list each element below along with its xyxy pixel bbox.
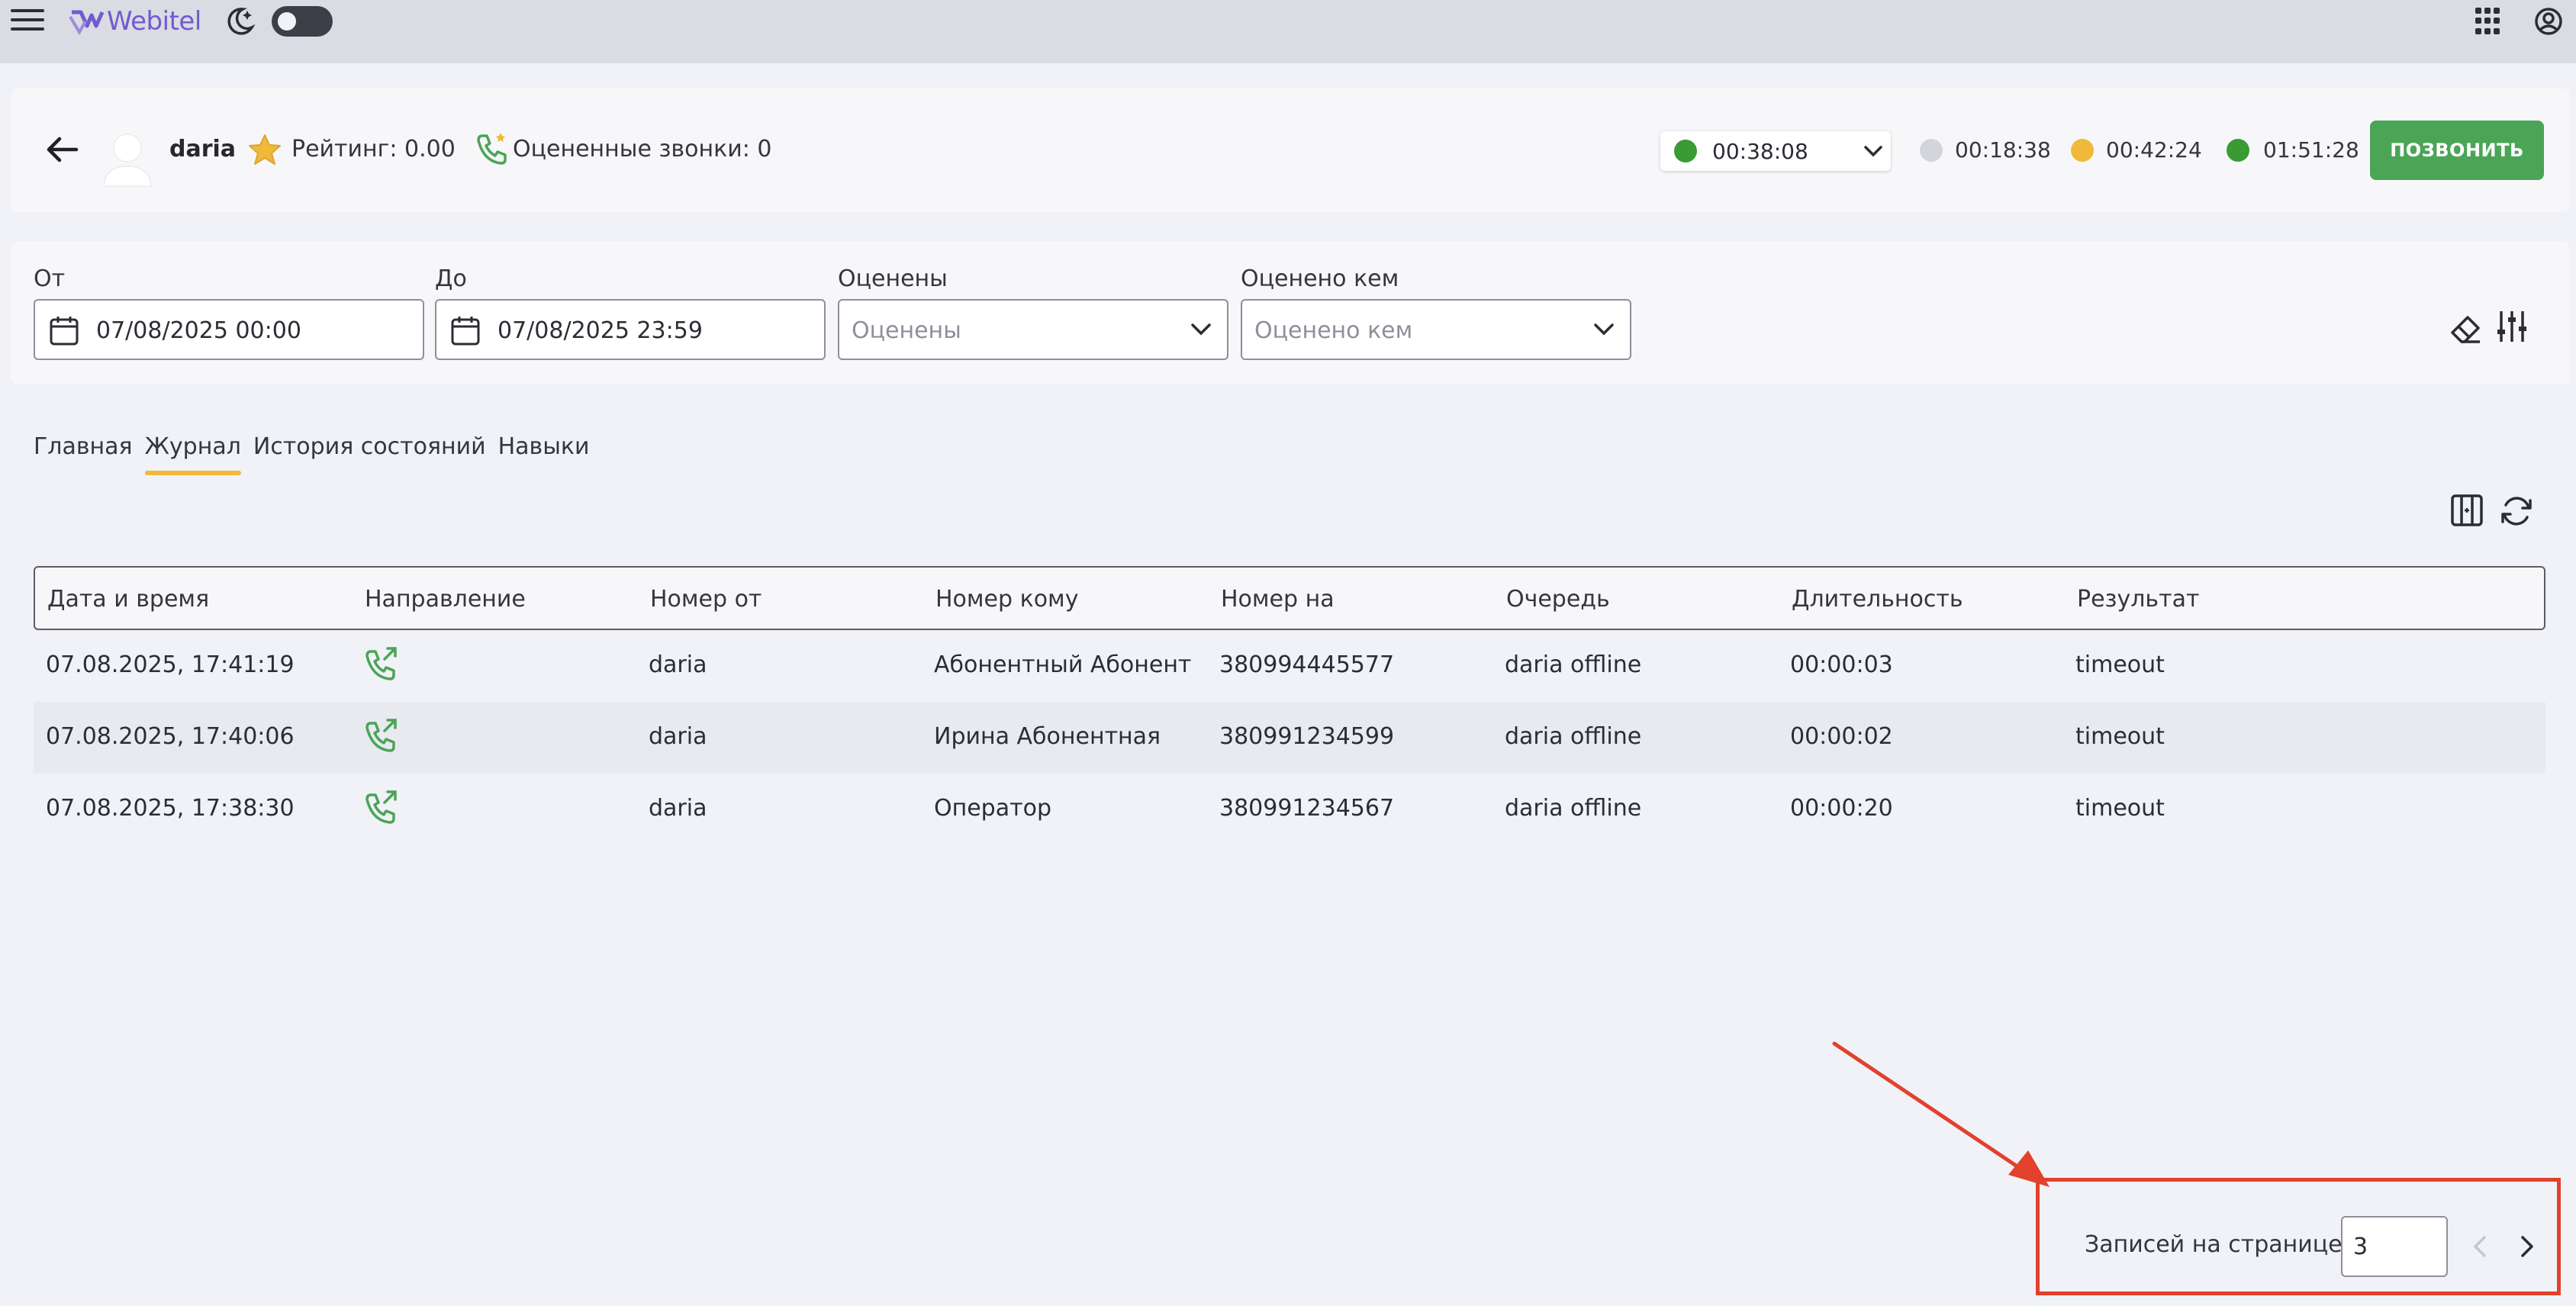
rated-by-select[interactable]: Оценено кем <box>1241 299 1631 360</box>
outbound-call-icon <box>365 647 397 680</box>
status-online-total-dot <box>2227 139 2249 162</box>
outbound-call-icon <box>365 719 397 752</box>
status-break-dot <box>2071 139 2094 162</box>
per-page-label: Записей на странице: <box>2085 1231 2350 1258</box>
call-button[interactable]: ПОЗВОНИТЬ <box>2370 121 2544 180</box>
hamburger-menu-icon[interactable] <box>11 6 44 37</box>
cell-number: 380994445577 <box>1219 651 1395 678</box>
status-select[interactable]: 00:38:08 <box>1660 131 1891 171</box>
journal-card: Главная Журнал История состояний Навыки … <box>11 409 2570 1300</box>
back-arrow-icon[interactable] <box>44 134 79 165</box>
col-to[interactable]: Номер кому <box>935 586 1078 613</box>
from-label: От <box>34 265 66 292</box>
cell-duration: 00:00:03 <box>1790 651 1893 678</box>
calendar-icon <box>451 317 480 346</box>
rated-call-icon <box>477 133 507 165</box>
col-queue[interactable]: Очередь <box>1506 586 1610 613</box>
app-name: Webitel <box>107 6 201 37</box>
col-duration[interactable]: Длительность <box>1792 586 1963 613</box>
table-row[interactable]: 07.08.2025, 17:38:30 daria Оператор 3809… <box>34 774 2545 845</box>
avatar <box>103 133 152 187</box>
cell-duration: 00:00:20 <box>1790 795 1893 822</box>
status-online-total-time: 01:51:28 <box>2263 137 2359 162</box>
theme-toggle[interactable] <box>272 6 333 37</box>
filters-card: От 07/08/2025 00:00 До 07/08/2025 23:59 … <box>11 241 2570 384</box>
col-result[interactable]: Результат <box>2077 586 2199 613</box>
tab-main[interactable]: Главная <box>34 433 133 475</box>
chevron-down-icon <box>1191 323 1211 336</box>
filter-settings-icon[interactable] <box>2495 308 2529 345</box>
status-current-time: 00:38:08 <box>1712 139 1808 164</box>
cell-from: daria <box>649 795 707 822</box>
cell-number: 380991234599 <box>1219 723 1395 750</box>
cell-to: Ирина Абонентная <box>934 723 1161 750</box>
moon-icon[interactable] <box>223 5 256 38</box>
from-date-field[interactable]: 07/08/2025 00:00 <box>34 299 424 360</box>
annotation-arrow <box>1832 1041 2050 1187</box>
webitel-logo-icon <box>69 10 105 35</box>
cell-datetime: 07.08.2025, 17:40:06 <box>46 723 295 750</box>
tab-journal[interactable]: Журнал <box>144 433 242 475</box>
cell-number: 380991234567 <box>1219 795 1395 822</box>
cell-duration: 00:00:02 <box>1790 723 1893 750</box>
cell-to: Оператор <box>934 795 1051 822</box>
cell-datetime: 07.08.2025, 17:38:30 <box>46 795 295 822</box>
eraser-icon[interactable] <box>2448 311 2483 346</box>
to-label: До <box>435 265 467 292</box>
tab-skills[interactable]: Навыки <box>498 433 590 475</box>
cell-result: timeout <box>2075 795 2165 822</box>
cell-queue: daria offline <box>1505 651 1642 678</box>
cell-from: daria <box>649 723 707 750</box>
col-from[interactable]: Номер от <box>650 586 762 613</box>
cell-queue: daria offline <box>1505 723 1642 750</box>
status-pause-time: 00:18:38 <box>1955 137 2051 162</box>
rated-select[interactable]: Оценены <box>838 299 1228 360</box>
agent-name: daria <box>169 136 237 162</box>
top-bar: Webitel <box>0 0 2576 63</box>
chevron-down-icon <box>1864 146 1882 157</box>
refresh-icon[interactable] <box>2498 493 2535 529</box>
cell-result: timeout <box>2075 723 2165 750</box>
table-row[interactable]: 07.08.2025, 17:41:19 daria Абонентный Аб… <box>34 630 2545 702</box>
table-row[interactable]: 07.08.2025, 17:40:06 daria Ирина Абонент… <box>34 702 2545 774</box>
cell-to: Абонентный Абонент <box>934 651 1192 678</box>
cell-from: daria <box>649 651 707 678</box>
star-icon <box>249 134 281 165</box>
agent-header-card: daria Рейтинг: 0.00 Оцененные звонки: 0 … <box>11 88 2570 212</box>
apps-grid-icon[interactable] <box>2475 8 2503 35</box>
account-icon[interactable] <box>2533 6 2564 37</box>
to-date-value: 07/08/2025 23:59 <box>497 317 703 344</box>
cell-result: timeout <box>2075 651 2165 678</box>
col-number[interactable]: Номер на <box>1221 586 1335 613</box>
col-direction[interactable]: Направление <box>365 586 526 613</box>
webitel-logo: Webitel <box>69 5 201 38</box>
status-break-time: 00:42:24 <box>2106 137 2202 162</box>
table-header: Дата и время Направление Номер от Номер … <box>34 566 2545 630</box>
tab-state-history[interactable]: История состояний <box>253 433 486 475</box>
chevron-left-icon[interactable] <box>2469 1233 2492 1260</box>
rated-by-label: Оценено кем <box>1241 265 1399 292</box>
tabs: Главная Журнал История состояний Навыки <box>34 433 590 475</box>
rated-by-placeholder: Оценено кем <box>1254 317 1413 344</box>
rated-placeholder: Оценены <box>852 317 961 344</box>
chevron-right-icon[interactable] <box>2515 1233 2538 1260</box>
toggle-knob <box>278 12 296 31</box>
calendar-icon <box>50 317 79 346</box>
cell-datetime: 07.08.2025, 17:41:19 <box>46 651 295 678</box>
rated-calls-label: Оцененные звонки: 0 <box>513 136 772 162</box>
outbound-call-icon <box>365 790 397 824</box>
calls-table: Дата и время Направление Номер от Номер … <box>34 566 2545 845</box>
per-page-input[interactable] <box>2341 1216 2448 1277</box>
chevron-down-icon <box>1594 323 1614 336</box>
col-datetime[interactable]: Дата и время <box>47 586 209 613</box>
from-date-value: 07/08/2025 00:00 <box>96 317 301 344</box>
status-pause-dot <box>1920 139 1943 162</box>
to-date-field[interactable]: 07/08/2025 23:59 <box>435 299 826 360</box>
rated-label: Оценены <box>838 265 948 292</box>
status-online-dot <box>1674 140 1697 162</box>
cell-queue: daria offline <box>1505 795 1642 822</box>
columns-icon[interactable] <box>2449 493 2484 528</box>
rating-label: Рейтинг: 0.00 <box>291 136 456 162</box>
